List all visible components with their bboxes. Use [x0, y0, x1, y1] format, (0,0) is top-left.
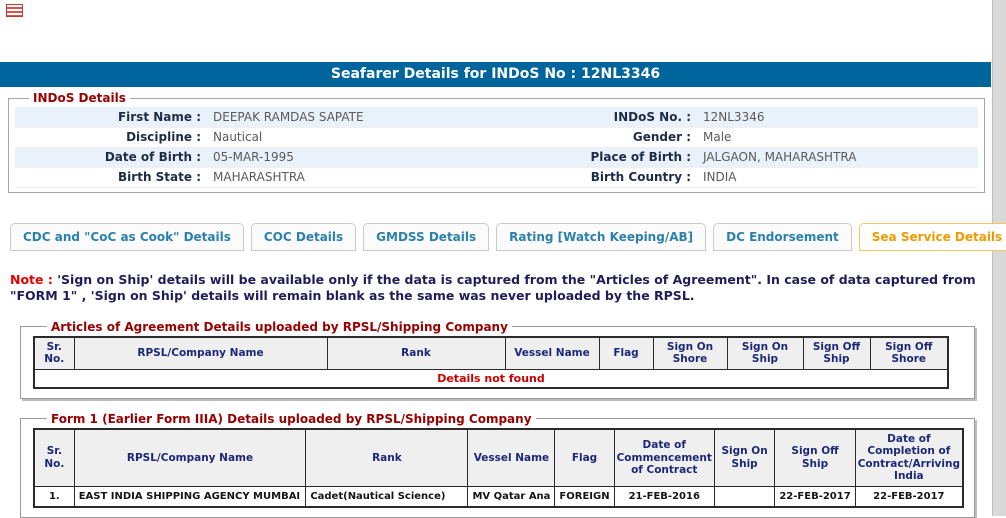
- indos-row-state: Birth State : MAHARASHTRA Birth Country …: [15, 167, 978, 187]
- indos-row-name: First Name : DEEPAK RAMDAS SAPATE INDoS …: [15, 107, 978, 127]
- indos-row-birth: Date of Birth : 05-MAR-1995 Place of Bir…: [15, 147, 978, 167]
- form1-col-flag: Flag: [554, 428, 615, 488]
- form1-col-rank: Rank: [305, 428, 469, 488]
- form1-flag: FOREIGN: [554, 486, 615, 508]
- indos-no-value: 12NL3346: [703, 109, 765, 124]
- form1-data-row: 1. EAST INDIA SHIPPING AGENCY MUMBAI Cad…: [33, 486, 964, 508]
- first-name-label: First Name :: [117, 109, 201, 124]
- tab-gmdss-details[interactable]: GMDSS Details: [363, 222, 490, 251]
- page-title-bar: Seafarer Details for INDoS No : 12NL3346: [0, 62, 991, 87]
- agreement-col-flag: Flag: [598, 336, 654, 370]
- vertical-scrollbar[interactable]: [992, 0, 1006, 516]
- indos-details-fieldset: INDoS Details First Name : DEEPAK RAMDAS…: [8, 91, 985, 193]
- tab-dc-endorsement[interactable]: DC Endorsement: [713, 222, 852, 251]
- birth-state-label: Birth State :: [118, 170, 201, 184]
- tab-cdc-coc-as-cook[interactable]: CDC and "CoC as Cook" Details: [10, 222, 244, 251]
- dob-value: 05-MAR-1995: [213, 150, 294, 164]
- form1-company: EAST INDIA SHIPPING AGENCY MUMBAI: [73, 486, 307, 508]
- agreement-col-rank: Rank: [326, 336, 506, 370]
- page-content: Seafarer Details for INDoS No : 12NL3346…: [0, 0, 1006, 518]
- form1-vessel: MV Qatar Ana: [467, 486, 556, 508]
- details-not-found-message: Details not found: [33, 368, 949, 389]
- form1-completion-date: 22-FEB-2017: [854, 486, 964, 508]
- tab-sea-service-details[interactable]: Sea Service Details: [858, 222, 1006, 251]
- form1-sign-off-ship: 22-FEB-2017: [774, 486, 856, 508]
- form1-col-sign-on-ship: Sign On Ship: [713, 428, 776, 488]
- discipline-label: Discipline :: [126, 130, 201, 144]
- first-name-value: DEEPAK RAMDAS SAPATE: [213, 109, 364, 124]
- agreement-col-sr-no: Sr. No.: [33, 336, 75, 370]
- agreement-col-vessel: Vessel Name: [504, 336, 600, 370]
- agreement-col-sign-off-shore: Sign Off Shore: [869, 336, 949, 370]
- discipline-value: Nautical: [213, 130, 263, 144]
- detail-tabs: CDC and "CoC as Cook" Details COC Detail…: [10, 222, 1006, 251]
- form1-rank: Cadet(Nautical Science): [305, 486, 469, 508]
- birth-country-label: Birth Country :: [590, 170, 691, 184]
- birth-country-value: INDIA: [703, 170, 737, 184]
- agreement-col-sign-off-ship: Sign Off Ship: [802, 336, 871, 370]
- note-body: 'Sign on Ship' details will be available…: [10, 271, 976, 303]
- form1-col-sr-no: Sr. No.: [33, 428, 75, 488]
- birth-state-value: MAHARASHTRA: [213, 170, 305, 184]
- indos-no-label: INDoS No. :: [613, 109, 691, 124]
- agreement-col-sign-on-ship: Sign On Ship: [726, 336, 804, 370]
- indos-details-legend: INDoS Details: [33, 91, 126, 105]
- note-text: Note : 'Sign on Ship' details will be av…: [10, 272, 979, 304]
- tab-coc-details[interactable]: COC Details: [250, 222, 357, 251]
- articles-of-agreement-table: Sr. No. RPSL/Company Name Rank Vessel Na…: [33, 335, 949, 389]
- place-of-birth-label: Place of Birth :: [590, 150, 691, 164]
- form1-sign-on-ship: [713, 486, 776, 508]
- gender-value: Male: [703, 130, 732, 144]
- form1-table: Sr. No. RPSL/Company Name Rank Vessel Na…: [33, 427, 964, 509]
- tab-rating-watch-keeping[interactable]: Rating [Watch Keeping/AB]: [496, 222, 707, 251]
- place-of-birth-value: JALGAON, MAHARASHTRA: [703, 150, 857, 164]
- form1-header-row: Sr. No. RPSL/Company Name Rank Vessel Na…: [33, 428, 964, 488]
- indos-row-discipline: Discipline : Nautical Gender : Male: [15, 127, 978, 147]
- dob-label: Date of Birth :: [104, 150, 201, 164]
- form1-sr-no: 1.: [33, 486, 75, 508]
- form1-legend: Form 1 (Earlier Form IIIA) Details uploa…: [51, 411, 532, 426]
- form1-col-completion-date: Date of Completion of Contract/Arriving …: [854, 428, 964, 488]
- note-prefix: Note :: [10, 271, 53, 287]
- form1-fieldset: Form 1 (Earlier Form IIIA) Details uploa…: [20, 411, 975, 518]
- indos-details-table: First Name : DEEPAK RAMDAS SAPATE INDoS …: [15, 107, 978, 188]
- form1-commencement-date: 21-FEB-2016: [613, 486, 715, 508]
- agreement-col-company: RPSL/Company Name: [73, 336, 328, 370]
- agreement-header-row: Sr. No. RPSL/Company Name Rank Vessel Na…: [33, 336, 949, 370]
- gender-label: Gender :: [632, 130, 691, 144]
- form1-col-vessel: Vessel Name: [467, 428, 556, 488]
- agreement-col-sign-on-shore: Sign On Shore: [652, 336, 728, 370]
- page-title: Seafarer Details for INDoS No : 12NL3346: [330, 66, 661, 82]
- agreement-empty-row: Details not found: [33, 368, 949, 389]
- articles-of-agreement-legend: Articles of Agreement Details uploaded b…: [51, 319, 508, 334]
- articles-of-agreement-fieldset: Articles of Agreement Details uploaded b…: [20, 319, 975, 399]
- form1-col-sign-off-ship: Sign Off Ship: [774, 428, 856, 488]
- form1-col-commencement-date: Date of Commencement of Contract: [613, 428, 715, 488]
- form1-col-company: RPSL/Company Name: [73, 428, 307, 488]
